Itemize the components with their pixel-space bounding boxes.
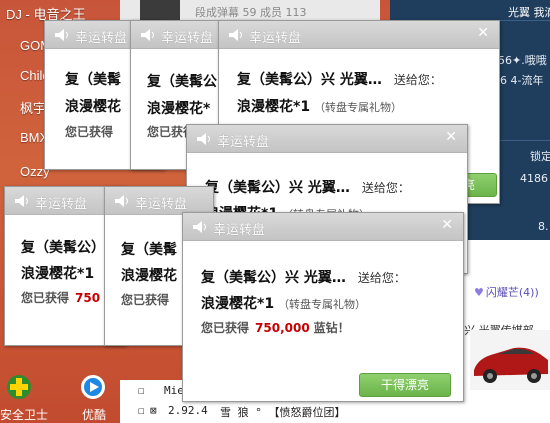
popup-earned-line: 您已获得 750 xyxy=(21,289,100,306)
checkbox-icon[interactable]: ☐ xyxy=(138,384,145,397)
right-panel-num1: 4186 xyxy=(520,172,548,185)
popup-amount: 750,000 xyxy=(255,321,310,335)
speaker-icon xyxy=(55,29,68,41)
heart-icon: ♥ xyxy=(474,286,484,299)
popup-gift-note: （转盘专属礼物） xyxy=(278,298,367,311)
car-image xyxy=(470,330,550,390)
popup-send-to: 送给您： xyxy=(361,181,410,195)
close-icon[interactable]: ✕ xyxy=(477,25,489,41)
close-icon[interactable]: ✕ xyxy=(445,129,457,145)
popup-gift: 浪漫樱花*1 xyxy=(237,99,311,115)
bottom-line2-text: 雪 狼 ° 【愤怒爵位团】 xyxy=(220,406,346,419)
popup-send-to: 送给您： xyxy=(393,73,442,87)
speaker-icon xyxy=(141,29,154,41)
popup-gift-note: （转盘专属礼物） xyxy=(314,101,403,114)
popup-gift-line: 浪漫樱花*1（转盘专属礼物） xyxy=(237,96,402,116)
lock-label[interactable]: 锁定 xyxy=(530,148,550,164)
bottom-desktop-icons: 安全卫士 优酷 xyxy=(0,370,120,423)
popup-sender-line: 复（美髯公）兴 光翼… 送给您： xyxy=(201,267,406,287)
popup-titlebar: 幸运转盘 xyxy=(105,187,213,215)
popup-sender: 复（美髯公）兴 光翼… xyxy=(205,180,350,196)
right-panel-num2: 8. xyxy=(538,220,549,233)
popup-title: 幸运转盘 xyxy=(213,223,266,238)
speaker-icon xyxy=(197,133,210,145)
badge-icon: ⊠ xyxy=(150,404,157,417)
speaker-icon xyxy=(229,29,242,41)
popup-unit: 蓝钻！ xyxy=(313,321,350,335)
popup-title: 幸运转盘 xyxy=(75,31,128,46)
speaker-icon xyxy=(15,195,28,207)
popup-send-to: 送给您： xyxy=(357,271,406,285)
popup-gift: 浪漫樱花 xyxy=(65,99,121,115)
background-photo xyxy=(140,0,180,22)
popup-sender: 复（美髯公） xyxy=(21,240,105,256)
popup-gift: 浪漫樱花 xyxy=(121,268,177,284)
popup-titlebar: 幸运转盘 ✕ xyxy=(219,21,499,49)
popup-sender-line: 复（美髯公）兴 光翼… 送给您： xyxy=(205,177,410,197)
popup-titlebar: 幸运转盘 ✕ xyxy=(183,213,463,241)
bottom-line2-num: 2.92.4 xyxy=(168,404,208,417)
right-panel-user[interactable]: 光翼 我滴 xyxy=(508,4,550,20)
right-panel-row2[interactable]: 6 4-流年 xyxy=(500,72,543,88)
speaker-icon xyxy=(193,221,206,233)
popup-gift: 浪漫樱花*1 xyxy=(201,296,275,312)
popup-earned: 您已获得 xyxy=(201,321,250,335)
popup-gift-line: 浪漫樱花*1（转盘专属礼物） xyxy=(201,293,366,313)
popup-amount: 750 xyxy=(75,291,101,305)
youku-label[interactable]: 优酷 xyxy=(82,406,106,423)
popup-title: 幸运转盘 xyxy=(35,197,88,212)
popup-earned: 您已获得 xyxy=(121,293,170,307)
popup-sender: 复（美髯公）兴 光翼… xyxy=(237,72,382,88)
popup-earned: 您已获得 xyxy=(21,291,70,305)
security-guard-icon[interactable] xyxy=(6,374,32,400)
popup-titlebar: 幸运转盘 ✕ xyxy=(187,125,467,153)
popup-earned: 您已获得 xyxy=(65,125,114,139)
popup-sender: 复（美髯公 xyxy=(147,74,217,90)
popup-sender: 复（美髯 xyxy=(121,242,177,258)
shine-tag[interactable]: ♥ 闪耀芒(4)) xyxy=(474,284,539,300)
background-window-strip: 段成弹幕 59 成员 113 xyxy=(120,0,380,22)
checkbox-icon[interactable]: ☐ xyxy=(138,404,145,417)
popup-sender-line: 复（美髯公）兴 光翼… 送给您： xyxy=(237,69,442,89)
popup-earned-line: 您已获得 750,000 蓝钻！ xyxy=(201,319,350,336)
popup-title: 幸运转盘 xyxy=(249,31,302,46)
right-panel-row1[interactable]: 56✦.哦哦 xyxy=(498,52,547,68)
popup-title: 幸运转盘 xyxy=(161,31,214,46)
lucky-wheel-popup-front: 幸运转盘 ✕ 复（美髯公）兴 光翼… 送给您： 浪漫樱花*1 （转盘专属礼物） 您已… xyxy=(182,212,464,402)
popup-sender: 复（美髯公）兴 光翼… xyxy=(201,270,346,286)
popup-sender: 复（美髯 xyxy=(65,72,121,88)
popup-gift: 浪漫樱花* xyxy=(147,101,211,117)
shine-tag-label: 闪耀芒(4)) xyxy=(485,286,539,299)
popup-gift: 浪漫樱花*1 xyxy=(21,266,95,282)
ok-button[interactable]: 干得漂亮 xyxy=(359,373,451,397)
popup-title: 幸运转盘 xyxy=(135,197,188,212)
security-guard-label[interactable]: 安全卫士 xyxy=(0,406,48,423)
close-icon[interactable]: ✕ xyxy=(441,217,453,233)
popup-title: 幸运转盘 xyxy=(217,135,270,150)
bottom-line1: Mie xyxy=(164,384,184,397)
speaker-icon xyxy=(115,195,128,207)
youku-icon[interactable] xyxy=(80,374,106,400)
background-strip-text: 段成弹幕 59 成员 113 xyxy=(195,6,307,19)
